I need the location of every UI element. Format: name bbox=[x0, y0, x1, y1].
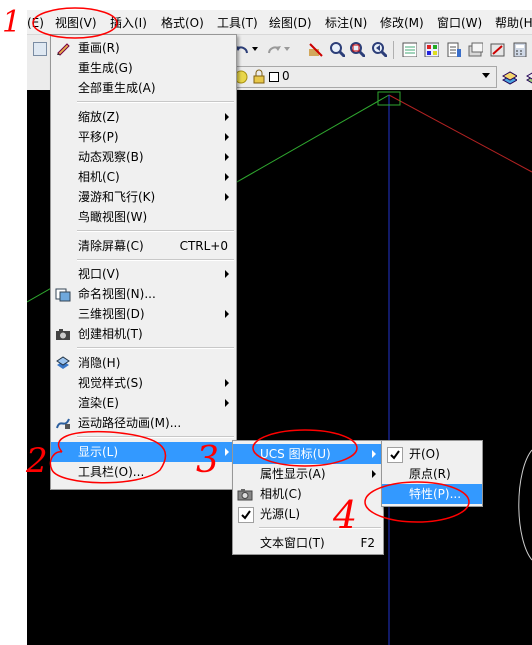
annotation-number-4: 4 bbox=[332, 493, 357, 537]
annotation-circle-view-menu bbox=[32, 7, 118, 39]
annotation-number-3: 3 bbox=[196, 440, 219, 481]
annotation-layer: 1 2 3 4 bbox=[2, 5, 470, 537]
annotation-number-1: 1 bbox=[2, 5, 21, 40]
annotation-circle-properties bbox=[364, 481, 470, 523]
annotation-circle-ucs-icon bbox=[252, 429, 358, 467]
annotation-number-2: 2 bbox=[25, 441, 48, 481]
annotation-circle-display bbox=[49, 430, 167, 484]
